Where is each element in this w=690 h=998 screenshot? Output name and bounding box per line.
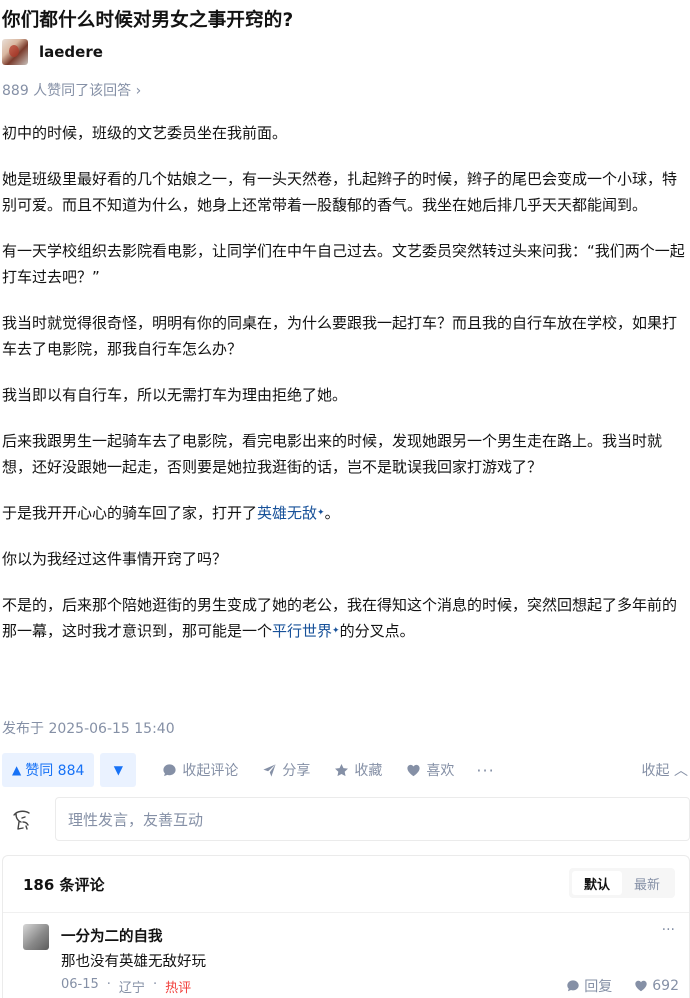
star-icon [335,763,349,776]
comments-toggle-button[interactable]: 收起评论 [162,760,238,780]
heart-icon [635,980,647,992]
upvote-summary-link[interactable]: 889 人赞同了该回答 › [2,80,141,100]
like-label: 喜欢 [426,763,455,779]
reply-bubble-icon [567,980,579,992]
upvote-triangle-icon: ▲ [12,763,22,777]
author-name[interactable]: laedere [39,43,103,61]
keyword-link-parallel-world[interactable]: 平行世界 [272,622,332,640]
answer-paragraph: 后来我跟男生一起骑车去了电影院，看完电影出来的时候，发现她跟另一个男生走在路上。… [2,432,663,476]
answer-paragraph: 于是我开开心心的骑车回了家，打开了英雄无敌✦。 [2,500,688,526]
paragraph-text: 。 [324,504,340,522]
paragraph-text: 的分叉点。 [339,622,415,640]
author-row: laedere [2,38,103,66]
answer-paragraph: 我当即以有自行车，所以无需打车为理由拒绝了她。 [2,386,348,404]
meta-separator: · [106,977,111,992]
comment-actions: 回复 692 [544,976,679,996]
upvote-label: 赞同 884 [25,763,85,779]
publish-time[interactable]: 发布于 2025-06-15 15:40 [2,718,175,738]
share-label: 分享 [282,763,311,779]
sparkle-icon: ✦ [317,508,325,518]
upvote-button[interactable]: ▲ 赞同 884 [2,753,95,787]
comment-sort-toggle: 默认 最新 [568,868,675,898]
reply-label: 回复 [584,979,613,995]
comment-input[interactable]: 理性发言，友善互动 [55,797,690,841]
like-button[interactable]: 喜欢 [406,760,454,780]
sparkle-icon: ✦ [332,626,340,636]
commenter-name[interactable]: 一分为二的自我 [61,925,163,946]
share-plane-icon [263,763,276,777]
divider [3,912,689,913]
more-options-icon[interactable]: ··· [476,761,494,780]
comments-panel: 186 条评论 默认 最新 一分为二的自我 ··· 那也没有英雄无敌好玩 06-… [2,855,690,998]
emoji-doodle-icon [13,810,30,830]
comment-text: 那也没有英雄无敌好玩 [61,954,206,970]
answer-paragraph: 初中的时候，班级的文艺委员坐在我前面。 [2,124,288,142]
collapse-answer-button[interactable]: 收起 ︿ [642,760,688,780]
share-button[interactable]: 分享 [262,760,310,780]
comment-item: 一分为二的自我 ··· 那也没有英雄无敌好玩 06-15 · 辽宁 · 热评 回… [23,922,679,998]
comments-toggle-label: 收起评论 [182,763,239,779]
reply-button[interactable]: 回复 [566,976,612,996]
comment-meta: 06-15 · 辽宁 · 热评 [61,977,191,996]
downvote-button[interactable]: ▼ [100,753,137,787]
sort-latest-tab[interactable]: 最新 [622,871,672,895]
answer-paragraph: 我当时就觉得很奇怪，明明有你的同桌在，为什么要跟我一起打车？而且我的自行车放在学… [2,314,678,358]
heart-icon [407,764,420,776]
comment-more-icon[interactable]: ··· [662,922,675,938]
downvote-triangle-icon: ▼ [113,763,124,777]
commenter-avatar[interactable] [23,924,49,950]
comments-count: 186 条评论 [23,876,105,894]
comment-input-row: 理性发言，友善互动 [0,797,690,843]
answer-paragraph: 你以为我经过这件事情开窍了吗？ [2,550,228,568]
comment-bubble-icon [163,763,176,776]
meta-separator: · [152,977,158,992]
answer-content: 初中的时候，班级的文艺委员坐在我前面。 她是班级里最好看的几个姑娘之一，有一头天… [2,120,688,664]
author-avatar[interactable] [2,39,28,65]
comment-location: 辽宁 [118,981,145,996]
comment-like-button[interactable]: 692 [634,976,679,996]
answer-paragraph: 她是班级里最好看的几个姑娘之一，有一头天然卷，扎起辫子的时候，辫子的尾巴会变成一… [2,170,678,214]
favorite-button[interactable]: 收藏 [334,760,382,780]
comment-like-count: 692 [652,978,679,994]
answer-paragraph: 有一天学校组织去影院看电影，让同学们在中午自己过去。文艺委员突然转过头来问我：“… [2,242,685,286]
sort-default-tab[interactable]: 默认 [571,871,622,895]
comment-date: 06-15 [61,977,99,992]
answer-paragraph: 不是的，后来那个陪她逛街的男生变成了她的老公，我在得知这个消息的时候，突然回想起… [2,592,688,644]
question-title[interactable]: 你们都什么时候对男女之事开窍的? [2,6,293,32]
favorite-label: 收藏 [354,763,383,779]
keyword-link-heroes[interactable]: 英雄无敌 [257,504,317,522]
hot-comment-badge: 热评 [165,981,192,996]
answer-action-bar: ▲ 赞同 884 ▼ 收起评论 分享 收藏 喜欢 ··· 收起 ︿ [2,753,688,787]
paragraph-text: 于是我开开心心的骑车回了家，打开了 [2,504,258,522]
